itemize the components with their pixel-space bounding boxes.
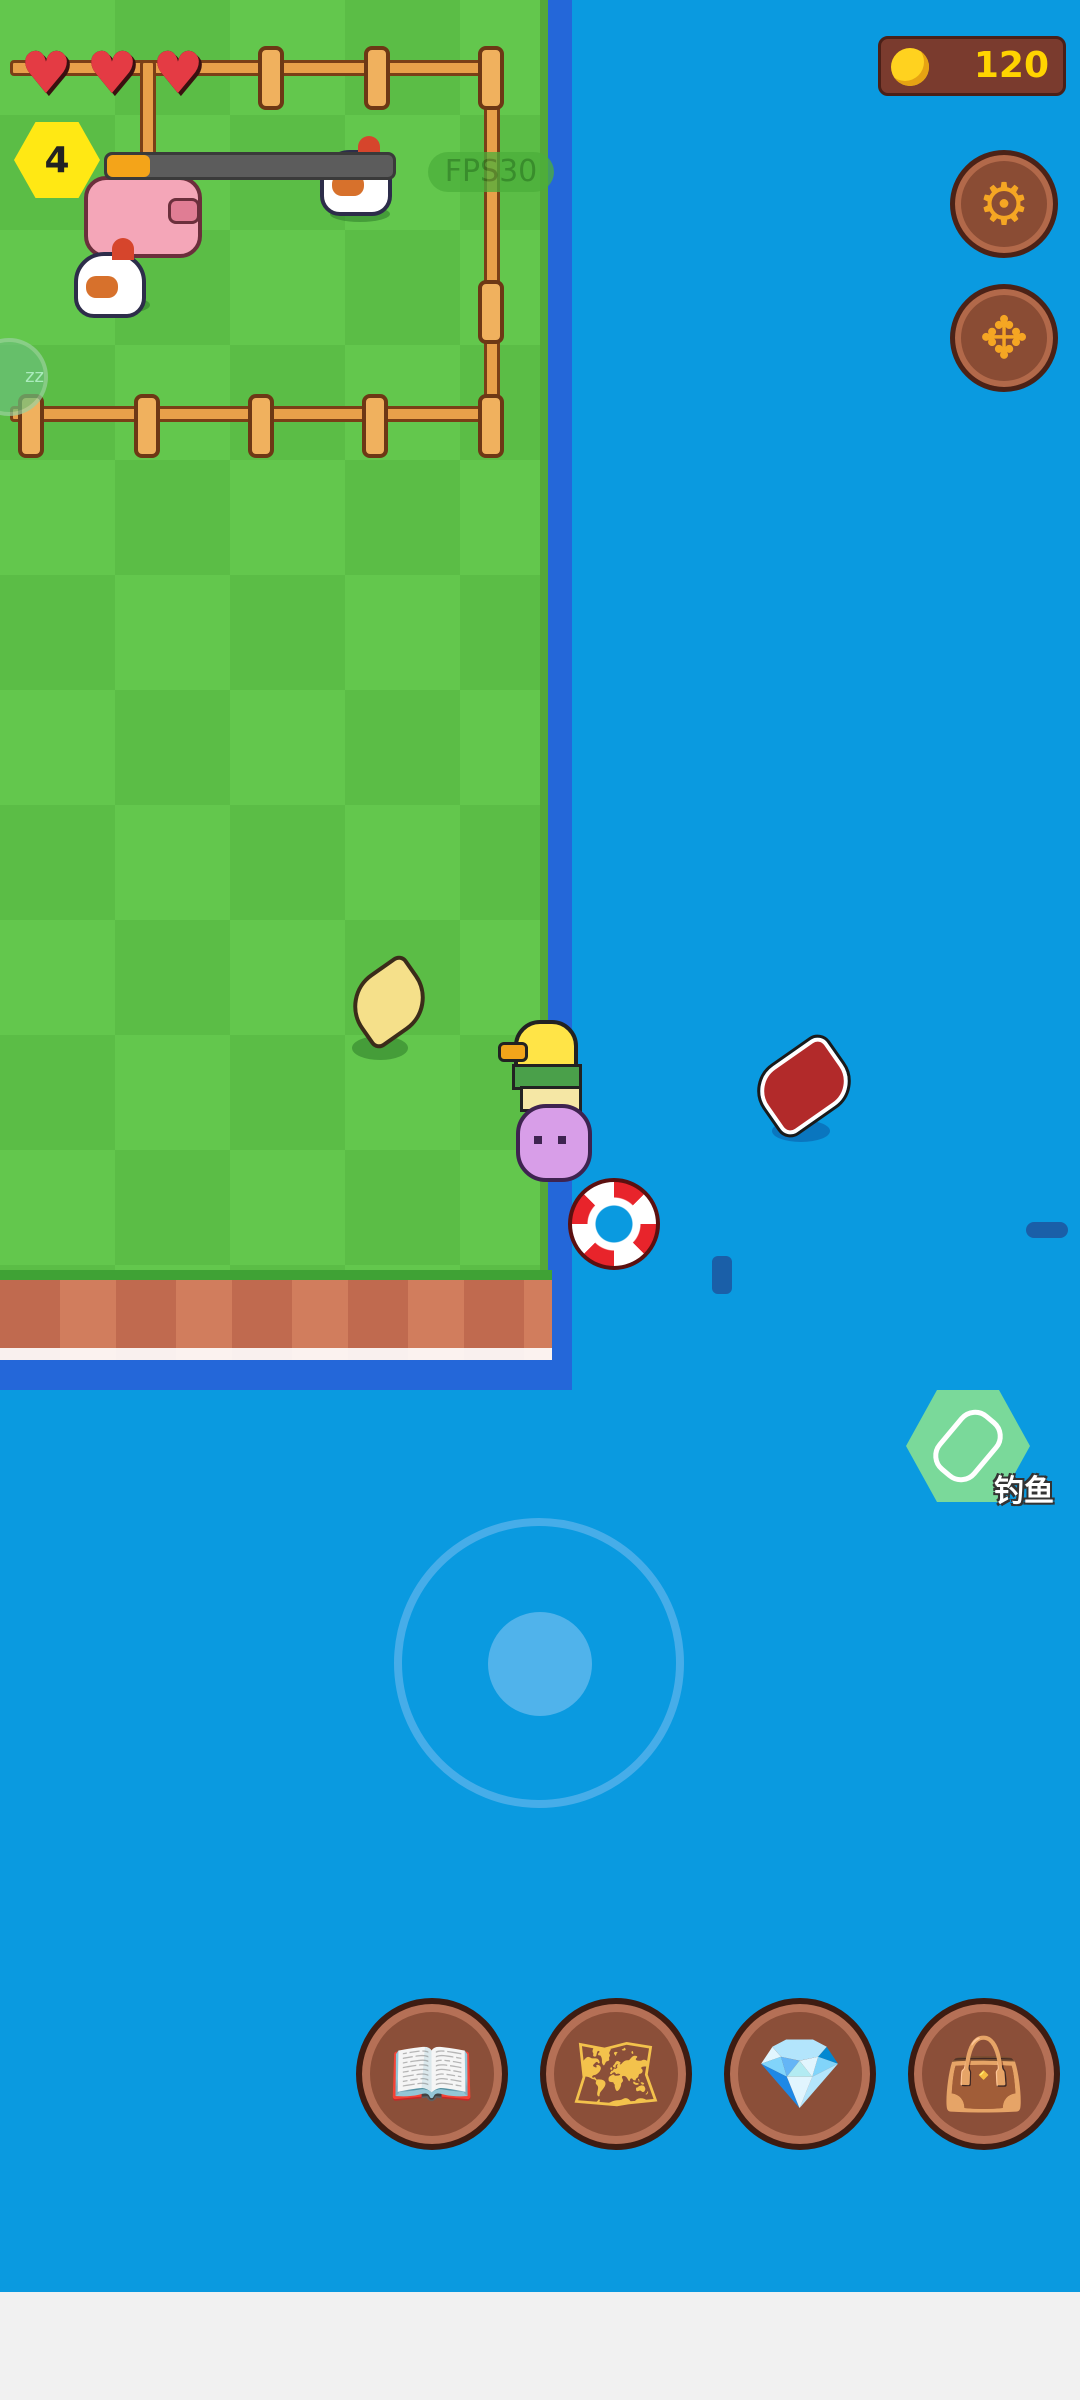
move-button[interactable]: ✥ (950, 284, 1058, 392)
scroll-map-icon: 🗺 (571, 2033, 661, 2115)
cliff-foam (0, 1348, 552, 1360)
gem-coin-icon: 💎 (756, 2033, 844, 2115)
heart-icon: ♥ (20, 39, 72, 107)
shop-button[interactable]: 💎 (724, 1998, 876, 2150)
move-arrows-icon: ✥ (979, 304, 1029, 372)
coin-count: 120 (973, 45, 1049, 86)
coin-icon (891, 48, 929, 86)
grass-field (0, 0, 546, 1280)
fence-post (478, 280, 504, 344)
bag-button[interactable]: 👜 (908, 1998, 1060, 2150)
fence-post (258, 46, 284, 110)
fence-post (362, 394, 388, 458)
book-icon: 📖 (388, 2033, 476, 2115)
xp-bar-fill (107, 155, 150, 177)
coin-panel: 120 (878, 36, 1066, 96)
settings-button[interactable]: ⚙ (950, 150, 1058, 258)
fence-post (248, 394, 274, 458)
fence-post (364, 46, 390, 110)
heart-icon: ♥ (86, 39, 138, 107)
chicken-sprite[interactable] (74, 238, 146, 318)
life-ring-item[interactable] (568, 1178, 660, 1270)
book-button[interactable]: 📖 (356, 1998, 508, 2150)
shore-water (0, 1360, 572, 1390)
fish-silhouette (712, 1256, 732, 1294)
fence-post (134, 394, 160, 458)
joystick-knob[interactable] (488, 1612, 592, 1716)
fish-silhouette (1026, 1222, 1068, 1238)
purple-pet-sprite[interactable] (516, 1104, 592, 1182)
leather-bag-icon: 👜 (940, 2033, 1028, 2115)
xp-bar (104, 152, 396, 180)
gear-icon: ⚙ (978, 170, 1030, 238)
map-button[interactable]: 🗺 (540, 1998, 692, 2150)
pig-sprite[interactable] (84, 176, 202, 258)
fence-rail-right (484, 60, 500, 422)
heart-icon: ♥ (152, 39, 204, 107)
fishing-label[interactable]: 钓鱼 (994, 1466, 1054, 1510)
meat-item[interactable] (744, 1028, 864, 1144)
system-nav-bar (0, 2292, 1080, 2400)
fence-post (478, 46, 504, 110)
fence-post (478, 394, 504, 458)
fps-counter: FPS30 (428, 152, 554, 192)
health-hearts: ♥ ♥ ♥ (20, 44, 204, 102)
